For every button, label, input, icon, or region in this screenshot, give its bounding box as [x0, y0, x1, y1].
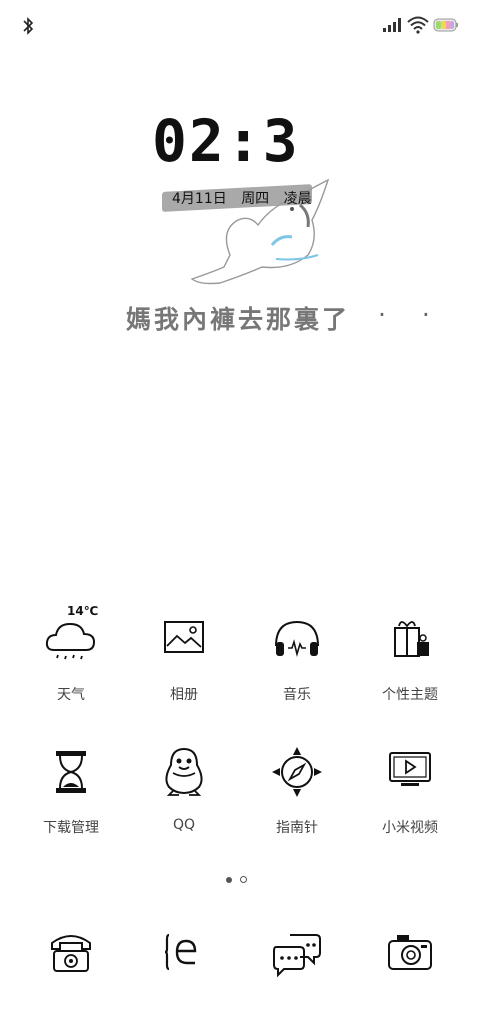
app-label: 指南针: [276, 820, 318, 836]
app-label: 个性主题: [382, 687, 438, 703]
weather-cloud-icon: [44, 612, 98, 666]
video-tv-icon: [383, 745, 437, 786]
gallery-icon: [157, 612, 211, 666]
clock-time: 02:3: [152, 107, 300, 175]
hourglass-icon: [56, 751, 86, 793]
page-dot[interactable]: [240, 876, 247, 883]
app-weather[interactable]: 天气: [21, 612, 121, 704]
app-themes[interactable]: 个性主题: [360, 612, 460, 704]
app-downloads[interactable]: 下载管理: [21, 745, 121, 837]
app-qq[interactable]: QQ: [134, 745, 234, 833]
signal-icon: [383, 18, 401, 32]
app-label: 天气: [57, 687, 85, 703]
browser-icon[interactable]: [157, 925, 211, 979]
slogan-trail: · ·: [378, 300, 444, 329]
status-bar: [0, 0, 480, 52]
messages-icon[interactable]: [270, 925, 324, 979]
app-label: 小米视频: [382, 820, 438, 836]
wifi-icon: [407, 16, 429, 34]
compass-icon: [272, 747, 322, 797]
page-indicator: [226, 869, 255, 883]
phone-icon[interactable]: [44, 925, 98, 979]
app-gallery[interactable]: 相册: [134, 612, 234, 704]
app-label: 相册: [170, 687, 198, 703]
weather-temp-badge: 14℃: [67, 604, 99, 618]
app-video[interactable]: 小米视频: [360, 745, 460, 837]
gift-theme-icon: [383, 612, 429, 666]
date-line: 4月11日 周四 凌晨: [162, 184, 322, 212]
slogan-text: 媽我內褲去那裏了: [126, 305, 351, 334]
camera-icon[interactable]: [383, 925, 437, 979]
period-text: 凌晨: [283, 191, 312, 207]
battery-icon: [433, 18, 458, 32]
app-music[interactable]: 音乐: [247, 612, 347, 704]
app-label: 音乐: [283, 687, 311, 703]
app-label: QQ: [172, 817, 196, 833]
weekday-text: 周四: [241, 191, 270, 207]
page-dot-active[interactable]: [226, 876, 232, 883]
penguin-icon: [157, 745, 211, 799]
app-compass[interactable]: 指南针: [247, 745, 347, 837]
app-label: 下载管理: [43, 820, 99, 836]
date-text: 4月11日: [172, 191, 227, 207]
bluetooth-icon: [20, 16, 36, 36]
headphones-icon: [270, 612, 324, 666]
